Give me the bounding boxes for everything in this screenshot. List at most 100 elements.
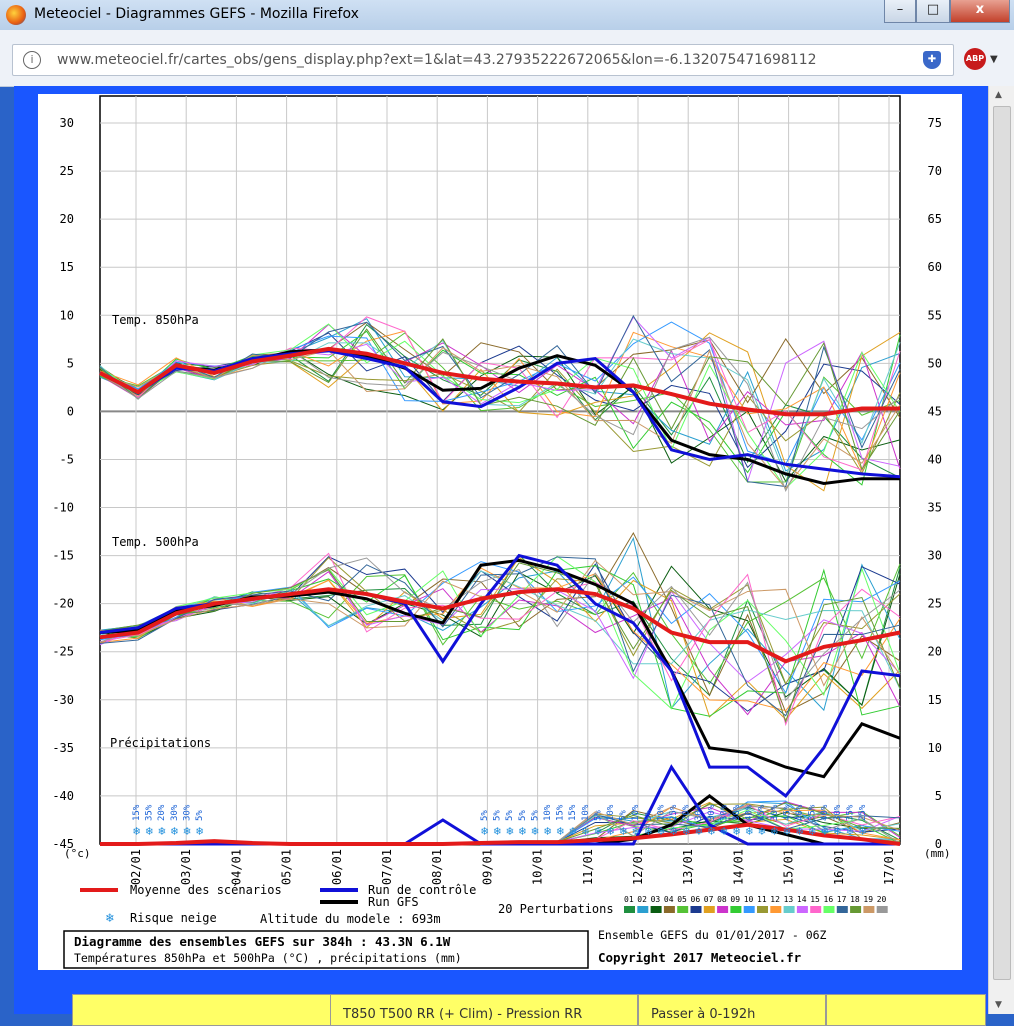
perturbation-id: 17 [837, 895, 847, 904]
vertical-scrollbar[interactable]: ▲ ▼ [988, 86, 1014, 1014]
snow-risk-label: 15% [556, 804, 566, 821]
snow-risk-label: 15% [132, 804, 142, 821]
snowflake-icon: ❄ [133, 824, 140, 838]
x-tick-label: 09/01 [480, 849, 494, 885]
perturbation-swatch [850, 906, 862, 913]
snowflake-icon: ❄ [494, 824, 501, 838]
y-right-tick-label: 5 [935, 789, 942, 803]
y-right-tick-label: 15 [928, 693, 942, 707]
y-right-tick-label: 25 [928, 597, 942, 611]
tab-blank-2[interactable] [826, 994, 986, 1026]
perturbation-id: 11 [757, 895, 767, 904]
perturbation-id: 05 [677, 895, 687, 904]
y-left-tick-label: -35 [52, 741, 74, 755]
snow-risk-label: 10% [656, 804, 666, 821]
snowflake-icon: ❄ [607, 824, 614, 838]
snow-risk-label: 10% [581, 804, 591, 821]
perturbation-id: 19 [863, 895, 873, 904]
x-tick-label: 05/01 [280, 849, 294, 885]
x-tick-label: 07/01 [380, 849, 394, 885]
legend-mean-label: Moyenne des scénarios [130, 883, 282, 897]
y-left-tick-label: -10 [52, 501, 74, 515]
snowflake-icon: ❄ [569, 824, 576, 838]
snow-risk-label: 5% [493, 810, 503, 821]
perturbation-swatch [717, 906, 729, 913]
snowflake-icon: ❄ [531, 824, 538, 838]
snow-risk-label: 5% [480, 810, 490, 821]
perturbation-swatch [796, 906, 808, 913]
perturbation-id: 07 [704, 895, 714, 904]
perturbation-swatch [770, 906, 782, 913]
scroll-up-icon[interactable]: ▲ [995, 90, 1002, 100]
x-tick-label: 02/01 [129, 849, 143, 885]
snowflake-icon: ❄ [632, 824, 639, 838]
tab-t850-t500[interactable]: T850 T500 RR (+ Clim) - Pression RR [330, 994, 638, 1026]
perturbation-swatch [743, 906, 755, 913]
shield-icon[interactable]: ✚ [923, 51, 941, 69]
snow-risk-label: 30% [694, 804, 704, 821]
y-right-tick-label: 70 [928, 164, 942, 178]
perturbation-swatch [810, 906, 822, 913]
info-icon[interactable]: i [23, 51, 41, 69]
snowflake-icon: ❄ [846, 824, 853, 838]
perturbations-label: 20 Perturbations [498, 902, 614, 916]
snow-risk-label: 30% [732, 804, 742, 821]
legend: Moyenne des scénarios Run de contrôleRun … [80, 883, 888, 926]
snowflake-icon: ❄ [105, 911, 114, 926]
altitude-label: Altitude du modele : 693m [260, 912, 441, 926]
chevron-down-icon[interactable]: ▼ [990, 54, 998, 65]
snowflake-icon: ❄ [758, 824, 765, 838]
perturbation-swatch [876, 906, 888, 913]
y-right-tick-label: 50 [928, 356, 942, 370]
url-text[interactable]: www.meteociel.fr/cartes_obs/gens_display… [57, 52, 817, 68]
y-left-tick-label: -20 [52, 597, 74, 611]
scroll-down-icon[interactable]: ▼ [995, 1000, 1002, 1010]
label-precip: Précipitations [110, 736, 211, 750]
x-tick-label: 11/01 [581, 849, 595, 885]
snowflake-icon: ❄ [171, 824, 178, 838]
snowflake-icon: ❄ [859, 824, 866, 838]
snowflake-icon: ❄ [657, 824, 664, 838]
y-right-tick-label: 20 [928, 645, 942, 659]
snowflake-icon: ❄ [519, 824, 526, 838]
x-tick-label: 10/01 [531, 849, 545, 885]
snowflake-icon: ❄ [506, 824, 513, 838]
y-left-tick-label: -30 [52, 693, 74, 707]
close-button[interactable]: x [950, 0, 1010, 23]
label-t500: Temp. 500hPa [112, 535, 199, 549]
snow-risk-label: 5% [593, 810, 603, 821]
perturbation-swatch [663, 906, 675, 913]
y-right-tick-label: 55 [928, 308, 942, 322]
perturbation-id: 10 [744, 895, 754, 904]
snow-risk-label: 40% [820, 804, 830, 821]
chart-subtitle: Températures 850hPa et 500hPa (°C) , pré… [74, 951, 462, 965]
snow-risk-label: 30% [833, 804, 843, 821]
snowflake-icon: ❄ [720, 824, 727, 838]
perturbation-swatch [637, 906, 649, 913]
perturbation-id: 08 [717, 895, 727, 904]
tab-blank-1[interactable] [72, 994, 332, 1026]
snowflake-icon: ❄ [708, 824, 715, 838]
perturbation-swatch [690, 906, 702, 913]
snowflake-icon: ❄ [746, 824, 753, 838]
snow-risk-label: 30% [707, 804, 717, 821]
url-bar[interactable]: i www.meteociel.fr/cartes_obs/gens_displ… [12, 44, 954, 76]
perturbation-swatch [757, 906, 768, 913]
snow-risk-label: 35% [145, 804, 155, 821]
snowflake-icon: ❄ [620, 824, 627, 838]
minimize-button[interactable]: – [884, 0, 916, 23]
x-tick-label: 08/01 [430, 849, 444, 885]
y-right-tick-label: 75 [928, 116, 942, 130]
maximize-button[interactable]: □ [916, 0, 950, 23]
snowflake-icon: ❄ [196, 824, 203, 838]
scrollbar-thumb[interactable] [993, 106, 1011, 980]
y-right-tick-label: 10 [928, 741, 942, 755]
perturbation-id: 04 [664, 895, 674, 904]
x-tick-label: 14/01 [731, 849, 745, 885]
adblock-icon[interactable]: ABP [964, 48, 986, 70]
snowflake-icon: ❄ [683, 824, 690, 838]
tab-0-192h[interactable]: Passer à 0-192h [638, 994, 826, 1026]
y-left-tick-label: -25 [52, 645, 74, 659]
legend-gfs-label: Run GFS [368, 895, 419, 909]
y-right-tick-label: 40 [928, 452, 942, 466]
